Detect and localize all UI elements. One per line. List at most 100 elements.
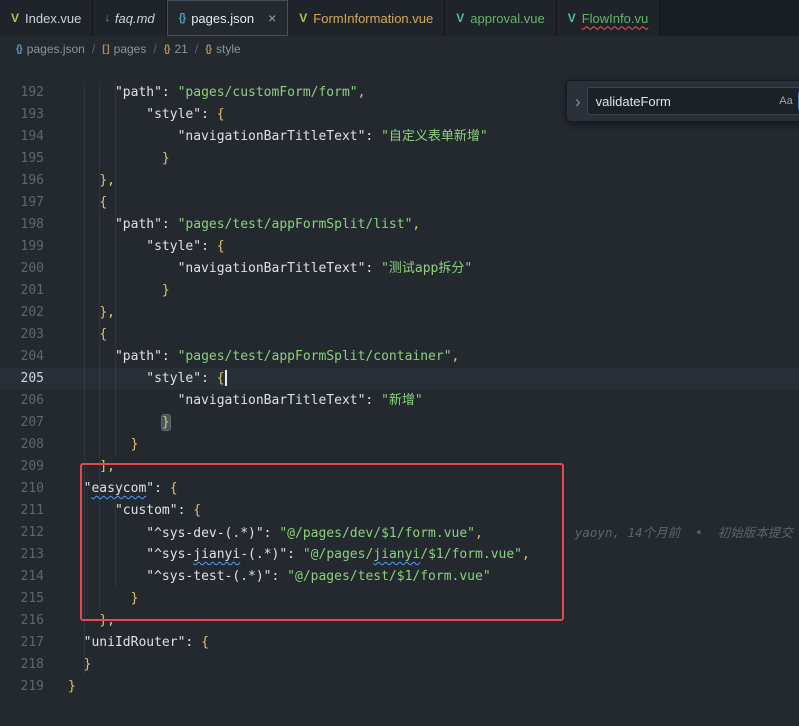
code-line-214[interactable]: 214 "^sys-test-(.*)": "@/pages/test/$1/f… xyxy=(0,566,799,588)
editor[interactable]: 192 "path": "pages/customForm/form",193 … xyxy=(0,62,799,726)
line-number[interactable]: 193 xyxy=(0,104,44,126)
vue-file-icon: V xyxy=(568,11,576,25)
line-number[interactable]: 200 xyxy=(0,258,44,280)
line-number[interactable]: 219 xyxy=(0,676,44,698)
tab-flowinfo-vu[interactable]: V FlowInfo.vu xyxy=(557,0,661,36)
line-number[interactable]: 205 xyxy=(0,368,44,390)
code-token: "pages/test/appFormSplit/list" xyxy=(178,217,413,232)
breadcrumb-label: 21 xyxy=(174,42,187,56)
symbol-icon: {} xyxy=(164,44,170,55)
code-line-203[interactable]: 203 { xyxy=(0,324,799,346)
line-number[interactable]: 195 xyxy=(0,148,44,170)
close-tab-icon[interactable]: × xyxy=(268,11,276,25)
breadcrumb-item-style[interactable]: {}style xyxy=(205,42,240,56)
tab-index-vue[interactable]: VIndex.vue xyxy=(0,0,93,36)
tab-pages-json[interactable]: {} pages.json × xyxy=(167,0,289,36)
line-number[interactable]: 192 xyxy=(0,82,44,104)
code-line-216[interactable]: 216 }, xyxy=(0,610,799,632)
code-text: "style": { xyxy=(68,236,225,258)
code-text: }, xyxy=(68,610,115,632)
code-line-211[interactable]: 211 "custom": { xyxy=(0,500,799,522)
code-line-198[interactable]: 198 "path": "pages/test/appFormSplit/lis… xyxy=(0,214,799,236)
code-line-208[interactable]: 208 } xyxy=(0,434,799,456)
breadcrumb-separator: / xyxy=(153,42,156,56)
code-line-219[interactable]: 219} xyxy=(0,676,799,698)
code-token: "^sys- xyxy=(146,547,193,562)
code-line-195[interactable]: 195 } xyxy=(0,148,799,170)
tab-label: pages.json xyxy=(191,11,254,26)
tab-approval-vue[interactable]: Vapproval.vue xyxy=(445,0,556,36)
line-number[interactable]: 196 xyxy=(0,170,44,192)
breadcrumb-item-21[interactable]: {} 21 xyxy=(164,42,188,56)
line-number[interactable]: 203 xyxy=(0,324,44,346)
code-line-196[interactable]: 196 }, xyxy=(0,170,799,192)
code-line-204[interactable]: 204 "path": "pages/test/appFormSplit/con… xyxy=(0,346,799,368)
line-number[interactable]: 217 xyxy=(0,632,44,654)
line-number[interactable]: 201 xyxy=(0,280,44,302)
line-number[interactable]: 197 xyxy=(0,192,44,214)
git-blame-annotation: yaoyn, 14个月前 • 初始版本提交 xyxy=(575,525,793,540)
line-number[interactable]: 215 xyxy=(0,588,44,610)
json-file-icon: {} xyxy=(179,12,186,24)
line-number[interactable]: 204 xyxy=(0,346,44,368)
line-number[interactable]: 207 xyxy=(0,412,44,434)
code-token: { xyxy=(193,503,201,518)
code-token: "navigationBarTitleText": xyxy=(178,129,382,144)
code-line-213[interactable]: 213 "^sys-jianyi-(.*)": "@/pages/jianyi/… xyxy=(0,544,799,566)
line-number[interactable]: 214 xyxy=(0,566,44,588)
line-number[interactable]: 202 xyxy=(0,302,44,324)
chevron-right-icon[interactable]: › xyxy=(575,93,581,110)
code-line-194[interactable]: 194 "navigationBarTitleText": "自定义表单新增" xyxy=(0,126,799,148)
code-text: "^sys-test-(.*)": "@/pages/test/$1/form.… xyxy=(68,566,491,588)
code-line-199[interactable]: 199 "style": { xyxy=(0,236,799,258)
line-number[interactable]: 194 xyxy=(0,126,44,148)
find-input-box[interactable]: validateForm Aaab.* xyxy=(587,87,799,115)
breadcrumb-item-pages-json[interactable]: {}pages.json xyxy=(16,42,85,56)
line-number[interactable]: 216 xyxy=(0,610,44,632)
tab-forminformation-vue[interactable]: VFormInformation.vue xyxy=(288,0,445,36)
code-line-218[interactable]: 218 } xyxy=(0,654,799,676)
line-number[interactable]: 208 xyxy=(0,434,44,456)
code-text: "path": "pages/test/appFormSplit/contain… xyxy=(68,346,459,368)
code-line-200[interactable]: 200 "navigationBarTitleText": "测试app拆分" xyxy=(0,258,799,280)
code-line-209[interactable]: 209 ], xyxy=(0,456,799,478)
line-number[interactable]: 211 xyxy=(0,500,44,522)
line-number[interactable]: 212 xyxy=(0,522,44,544)
code-token: ], xyxy=(99,459,115,474)
code-text: "navigationBarTitleText": "自定义表单新增" xyxy=(68,126,488,148)
code-line-210[interactable]: 210 "easycom": { xyxy=(0,478,799,500)
breadcrumb-separator: / xyxy=(195,42,198,56)
code-line-207[interactable]: 207 } xyxy=(0,412,799,434)
code-token: "path": xyxy=(115,85,178,100)
match-case-toggle-icon[interactable]: Aa xyxy=(776,91,796,111)
code-line-217[interactable]: 217 "uniIdRouter": { xyxy=(0,632,799,654)
breadcrumb-item-pages[interactable]: [ ]pages xyxy=(102,42,146,56)
code-token: "style": xyxy=(146,239,216,254)
line-number[interactable]: 199 xyxy=(0,236,44,258)
code-line-201[interactable]: 201 } xyxy=(0,280,799,302)
code-token: jianyi xyxy=(373,547,420,562)
line-number[interactable]: 213 xyxy=(0,544,44,566)
code-line-215[interactable]: 215 } xyxy=(0,588,799,610)
code-line-206[interactable]: 206 "navigationBarTitleText": "新增" xyxy=(0,390,799,412)
line-number[interactable]: 210 xyxy=(0,478,44,500)
code-token: "style": xyxy=(146,371,216,386)
line-number[interactable]: 218 xyxy=(0,654,44,676)
find-query-input[interactable]: validateForm xyxy=(596,94,774,109)
code-line-205[interactable]: 205 "style": { xyxy=(0,368,799,390)
breadcrumb: {}pages.json/[ ]pages/{}21/{}style xyxy=(0,36,799,62)
code-line-202[interactable]: 202 }, xyxy=(0,302,799,324)
code-token: /$1/form.vue" xyxy=(420,547,522,562)
code-line-197[interactable]: 197 { xyxy=(0,192,799,214)
breadcrumb-label: style xyxy=(216,42,241,56)
line-number[interactable]: 209 xyxy=(0,456,44,478)
line-number[interactable]: 198 xyxy=(0,214,44,236)
code-token: , xyxy=(412,217,420,232)
code-text: "navigationBarTitleText": "测试app拆分" xyxy=(68,258,472,280)
line-number[interactable]: 206 xyxy=(0,390,44,412)
tab-label: FormInformation.vue xyxy=(313,11,433,26)
tab-faq-md[interactable]: ↓faq.md xyxy=(93,0,166,36)
find-toggles: Aaab.* xyxy=(776,91,799,111)
code-line-212[interactable]: 212 "^sys-dev-(.*)": "@/pages/dev/$1/for… xyxy=(0,522,799,544)
tab-label: FlowInfo.vu xyxy=(582,11,648,26)
